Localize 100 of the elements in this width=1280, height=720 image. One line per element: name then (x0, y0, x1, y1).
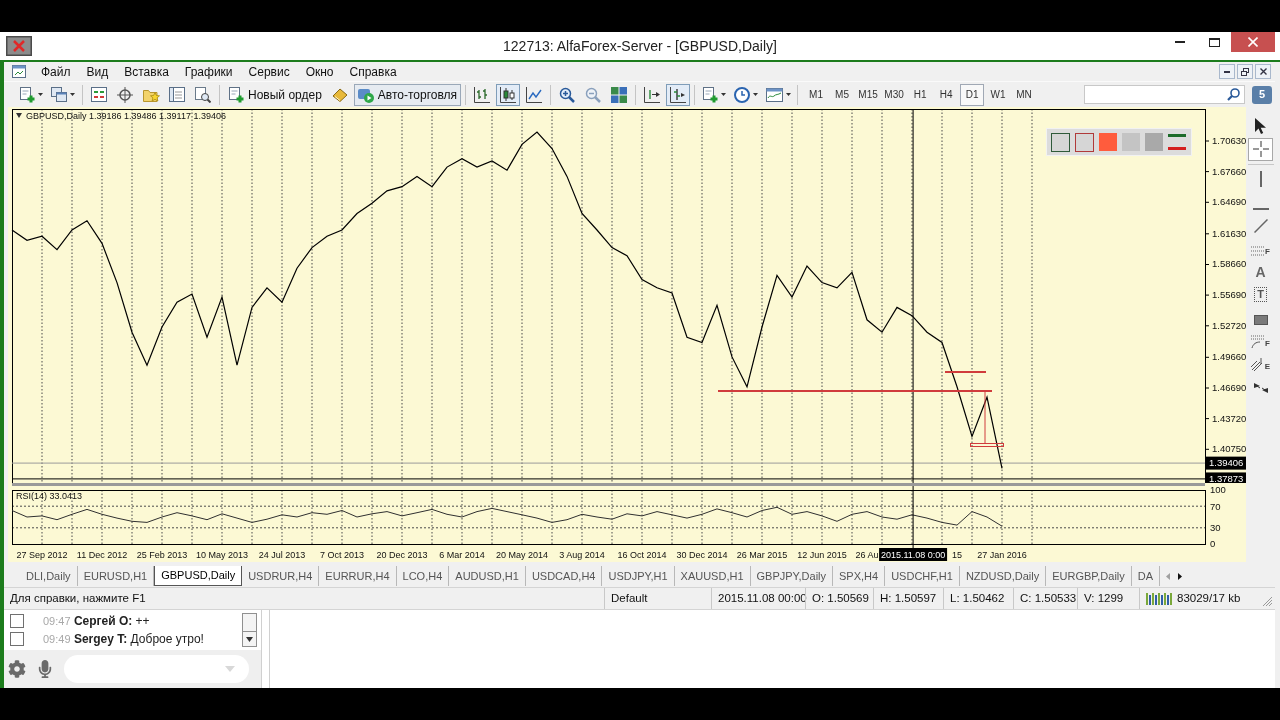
period-button[interactable]: H1 (908, 83, 933, 106)
chart-tab[interactable]: EURGBP,Daily (1046, 566, 1132, 586)
target-icon (117, 86, 133, 103)
chart-tab[interactable]: USDRUR,H4 (242, 566, 320, 586)
stacked-windows-icon (51, 87, 67, 102)
color-swatch[interactable] (1051, 132, 1070, 152)
date-label: 26 Mar 2015 (736, 550, 788, 560)
grid-icon (611, 86, 628, 103)
message-input[interactable] (64, 655, 249, 683)
chart-tab[interactable]: NZDUSD,Daily (959, 566, 1047, 586)
color-swatch[interactable] (1075, 132, 1094, 152)
dropdown-caret-icon (225, 666, 235, 672)
menu-item[interactable]: Справка (341, 62, 405, 81)
menu-item[interactable]: Вид (78, 62, 117, 81)
axis-label: 1.58660 (1212, 258, 1246, 270)
color-swatch[interactable] (1122, 133, 1140, 151)
chart-tab[interactable]: XAUUSD,H1 (674, 566, 751, 586)
axis-label: 1.46690 (1212, 382, 1246, 393)
level-bars-icon[interactable] (1168, 134, 1186, 150)
period-button[interactable]: M30 (882, 83, 907, 106)
chart-tab[interactable]: LCO,H4 (396, 566, 450, 586)
chart-minimize-button[interactable] (1219, 64, 1235, 79)
close-chart-button[interactable] (1255, 64, 1271, 79)
period-button[interactable]: M15 (856, 83, 881, 106)
microphone-icon[interactable] (38, 660, 52, 678)
vertical-line-icon (1259, 171, 1262, 187)
color-swatch[interactable] (1145, 133, 1163, 151)
autotrading-button[interactable]: Авто-торговля (353, 83, 462, 106)
chart-tab[interactable]: USDCHF,H1 (885, 566, 960, 586)
chart-shift-icon (644, 86, 661, 103)
restore-button[interactable] (1237, 64, 1253, 79)
color-swatch[interactable] (1099, 133, 1117, 151)
maximize-icon (1208, 37, 1220, 47)
menu-item[interactable]: Графики (176, 62, 241, 81)
menu-item[interactable]: Сервис (240, 62, 298, 81)
date-label: 16 Oct 2014 (617, 550, 667, 560)
signal-bars-icon (1146, 592, 1172, 605)
axis-label: 70 (1210, 500, 1221, 512)
period-button[interactable]: H4 (934, 83, 959, 106)
community-button[interactable]: 5 (1252, 85, 1272, 104)
date-label: 26 Au (855, 550, 879, 560)
chart-tab[interactable]: USDCAD,H4 (525, 566, 603, 586)
date-label: 24 Jul 2013 (258, 550, 306, 560)
search-icon (1227, 88, 1240, 101)
scroll-down-icon (246, 636, 253, 642)
text-label-tool-button[interactable]: T (1248, 283, 1273, 306)
period-button[interactable]: M1 (804, 83, 829, 106)
text-tool-button[interactable]: A (1248, 260, 1273, 283)
checkbox[interactable] (10, 632, 24, 646)
menu-item[interactable]: Окно (297, 62, 342, 81)
chart-type-button[interactable] (496, 83, 521, 106)
triangle-icon[interactable] (16, 113, 22, 118)
search-field[interactable] (1084, 85, 1245, 104)
date-label: 15 (952, 550, 963, 560)
chart-tab[interactable]: EURRUR,H4 (319, 566, 397, 586)
period-button[interactable]: M5 (830, 83, 855, 106)
chart-tab[interactable]: SPX,H4 (833, 566, 886, 586)
close-icon (1259, 68, 1267, 75)
date-label: 6 Mar 2014 (439, 550, 485, 560)
axis-label: 1.43720 (1212, 412, 1246, 424)
chart-tab[interactable]: GBPUSD,Daily (154, 566, 243, 586)
candlestick-icon (500, 86, 517, 103)
date-label: 7 Oct 2013 (320, 550, 365, 560)
fibonacci-tool-button[interactable]: F (1248, 237, 1273, 260)
minimize-icon (1175, 41, 1185, 43)
new-order-button[interactable]: Новый ордер (224, 83, 326, 106)
date-label: 11 Dec 2012 (76, 550, 128, 560)
period-button[interactable]: MN (1012, 83, 1037, 106)
caret-icon (70, 93, 75, 96)
period-button[interactable]: W1 (986, 83, 1011, 106)
axis-label: 1.55690 (1212, 289, 1246, 301)
chart-scroll-button[interactable] (666, 83, 691, 106)
chart-tab[interactable]: AUDUSD,H1 (449, 566, 526, 586)
axis-label: 0 (1210, 538, 1216, 550)
chart-tab[interactable]: DA (1131, 566, 1161, 586)
pitchfork-tool-button[interactable]: E (1248, 352, 1273, 375)
period-button[interactable]: D1 (960, 83, 985, 106)
date-label: 30 Dec 2014 (676, 550, 728, 560)
app-logo-icon (6, 36, 32, 56)
chat-message: 09:47 Сергей О: ++ (43, 613, 150, 630)
chart-tab[interactable]: DLI,Daily (20, 566, 78, 586)
menu-item[interactable]: Вставка (116, 62, 177, 81)
fibonacci-arcs-tool-button[interactable]: F (1248, 329, 1273, 352)
settings-icon[interactable] (8, 660, 26, 678)
date-label: 10 May 2013 (196, 550, 249, 560)
chart-tab[interactable]: GBPJPY,Daily (750, 566, 834, 586)
checkbox[interactable] (10, 614, 24, 628)
quotes-window-icon (91, 87, 107, 102)
trendline-icon (1253, 219, 1268, 233)
date-label: 25 Feb 2013 (136, 550, 188, 560)
axis-label: 1.64690 (1212, 196, 1246, 208)
chart-tab[interactable]: USDJPY,H1 (602, 566, 675, 586)
menu-item[interactable]: Файл (33, 62, 79, 81)
arc-lines-icon (1251, 335, 1265, 348)
window-title: 122713: AlfaForex-Server - [GBPUSD,Daily] (503, 36, 777, 56)
chat-message: 09:49 Sergey T: Доброе утро! (43, 631, 204, 648)
scroll-right-icon[interactable] (1178, 572, 1183, 580)
scrollbar[interactable] (242, 613, 257, 647)
close-icon (1248, 37, 1258, 47)
dotted-lines-icon (1251, 246, 1265, 256)
